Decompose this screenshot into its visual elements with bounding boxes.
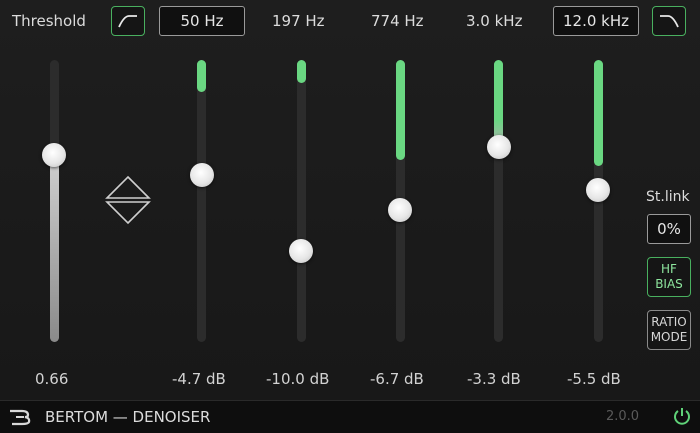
stereo-link-value: 0% (657, 220, 681, 238)
band-5-reduction-meter (594, 60, 603, 166)
footer-bar: BERTOM — DENOISER 2.0.0 (0, 400, 700, 433)
band-1-frequency-box[interactable]: 50 Hz (159, 6, 245, 36)
band-1-slider-knob[interactable] (190, 163, 214, 187)
band-5-slider-knob[interactable] (586, 178, 610, 202)
threshold-slider-fill (50, 155, 59, 342)
link-arrows-icon[interactable] (104, 174, 152, 226)
threshold-label: Threshold (12, 12, 86, 30)
band-2-value: -10.0 dB (266, 370, 330, 388)
lowpass-filter-icon (660, 15, 679, 28)
band-3-value: -6.7 dB (370, 370, 424, 388)
hf-bias-label: HF BIAS (655, 262, 683, 291)
band-5-frequency-box[interactable]: 12.0 kHz (553, 6, 639, 36)
ratio-mode-button[interactable]: RATIO MODE (647, 310, 691, 350)
stereo-link-label: St.link (646, 189, 690, 205)
threshold-slider-knob[interactable] (42, 143, 66, 167)
hf-bias-button[interactable]: HF BIAS (647, 257, 691, 297)
band-1-value: -4.7 dB (172, 370, 226, 388)
band-4-frequency: 3.0 kHz (466, 12, 523, 30)
band-3-frequency: 774 Hz (371, 12, 424, 30)
brand-title: BERTOM — DENOISER (45, 408, 211, 426)
band-2-reduction-meter (297, 60, 306, 83)
band-5-value: -5.5 dB (567, 370, 621, 388)
band-4-value: -3.3 dB (467, 370, 521, 388)
band-4-slider-knob[interactable] (487, 135, 511, 159)
band-1-slider-track[interactable] (197, 60, 206, 342)
band-3-slider-knob[interactable] (388, 198, 412, 222)
highcut-filter-button[interactable] (652, 6, 686, 36)
band-2-slider-knob[interactable] (289, 239, 313, 263)
band-5-frequency: 12.0 kHz (562, 12, 629, 30)
band-1-frequency: 50 Hz (180, 12, 224, 30)
band-3-reduction-meter (396, 60, 405, 160)
lowcut-filter-button[interactable] (111, 6, 145, 36)
version-label: 2.0.0 (606, 409, 640, 424)
plugin-panel: Threshold 50 Hz 197 Hz 774 Hz 3.0 kHz 12… (0, 0, 700, 400)
highpass-filter-icon (118, 15, 137, 28)
band-2-slider-track[interactable] (297, 60, 306, 342)
band-2-frequency: 197 Hz (272, 12, 325, 30)
stereo-link-value-box[interactable]: 0% (647, 214, 691, 244)
ratio-mode-label: RATIO MODE (650, 315, 688, 344)
threshold-value: 0.66 (35, 370, 69, 388)
power-icon[interactable] (672, 406, 692, 426)
band-4-reduction-meter (494, 60, 503, 140)
band-1-reduction-meter (197, 60, 206, 92)
bertom-logo-icon[interactable] (8, 408, 34, 426)
